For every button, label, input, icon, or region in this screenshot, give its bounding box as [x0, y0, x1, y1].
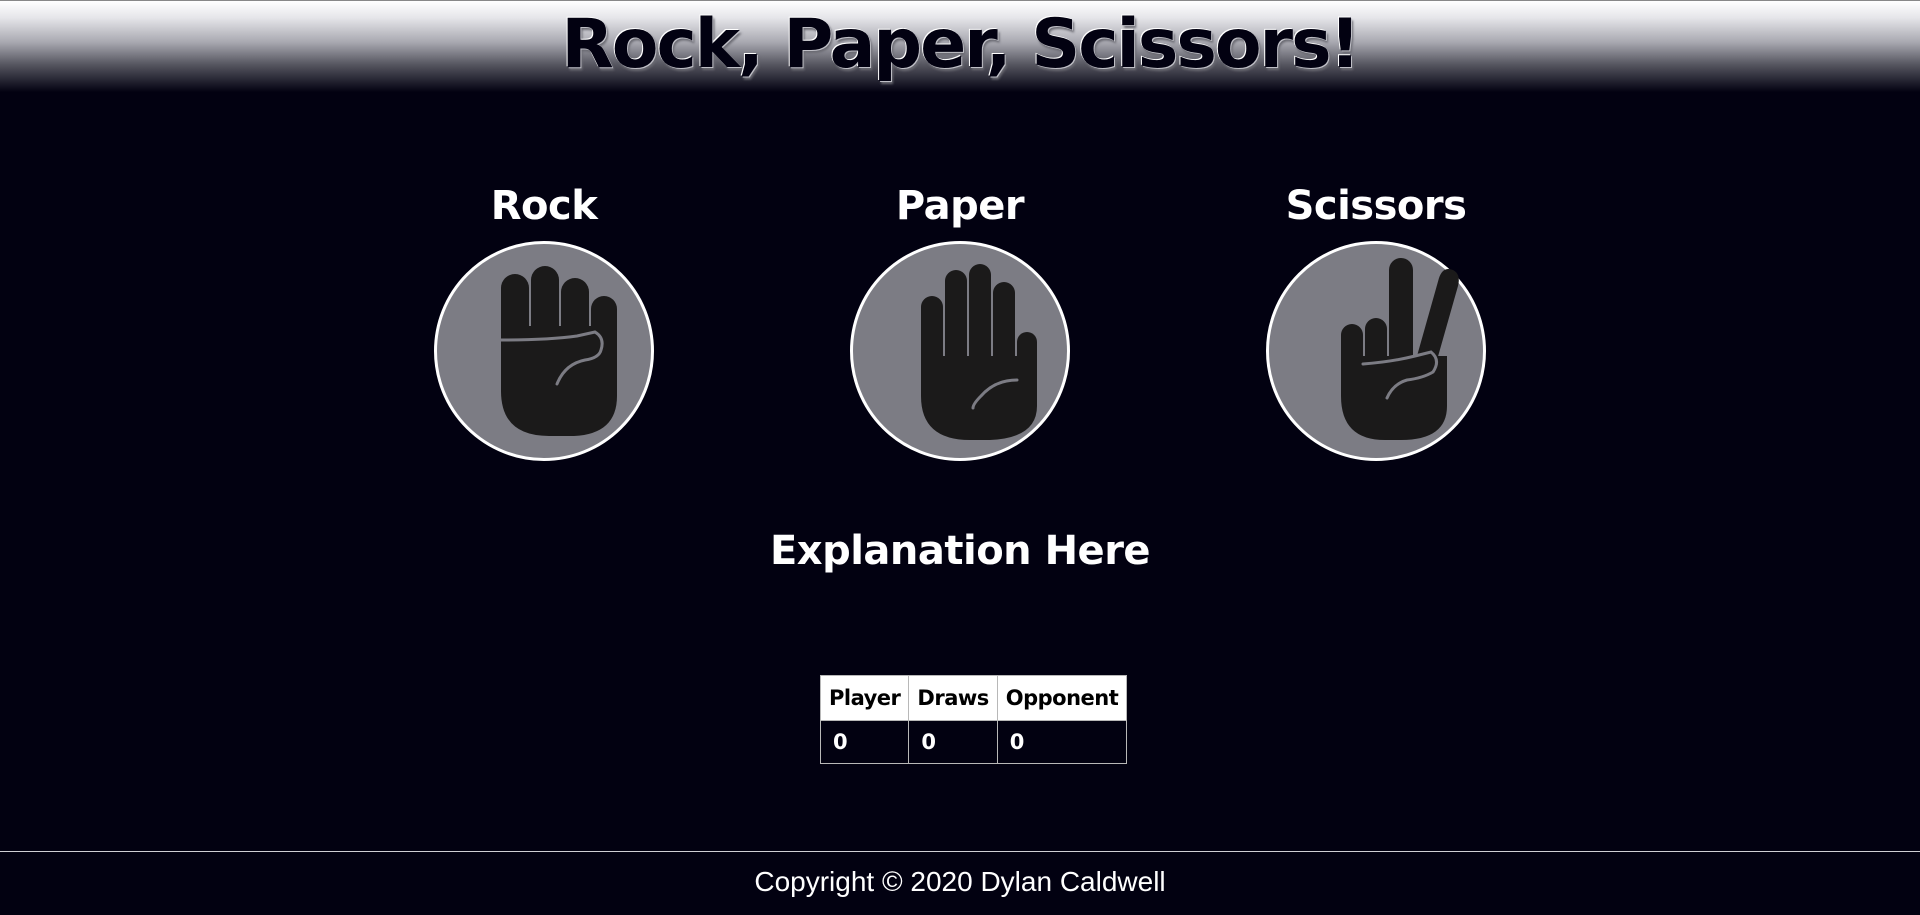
scissors-button[interactable] [1266, 241, 1486, 461]
choice-paper[interactable]: Paper [840, 178, 1080, 461]
rock-button[interactable] [434, 241, 654, 461]
draws-score: 0 [908, 720, 998, 764]
scoreboard-values-row: 0 0 0 [819, 720, 1128, 764]
open-hand-icon [921, 264, 1037, 440]
peace-hand-icon [1341, 258, 1459, 440]
player-score: 0 [819, 720, 910, 764]
fist-icon [499, 266, 617, 436]
paper-button[interactable] [850, 241, 1070, 461]
opponent-score: 0 [996, 720, 1128, 764]
explanation-text: Explanation Here [769, 528, 1151, 574]
scoreboard-header-row: Player Draws Opponent [819, 675, 1128, 721]
choice-scissors[interactable]: Scissors [1256, 178, 1496, 461]
header-banner: Rock, Paper, Scissors! [0, 0, 1920, 92]
choice-label-scissors: Scissors [1285, 183, 1467, 229]
opponent-header: Opponent [996, 675, 1128, 721]
draws-header: Draws [908, 675, 998, 721]
footer-divider [0, 851, 1920, 852]
page-title: Rock, Paper, Scissors! [561, 5, 1360, 84]
player-header: Player [819, 675, 910, 721]
footer-copyright: Copyright © 2020 Dylan Caldwell [754, 866, 1166, 897]
choice-label-paper: Paper [895, 183, 1025, 229]
scoreboard-table: Player Draws Opponent 0 0 0 [819, 675, 1128, 764]
choice-label-rock: Rock [490, 183, 598, 229]
choice-rock[interactable]: Rock [424, 178, 664, 461]
